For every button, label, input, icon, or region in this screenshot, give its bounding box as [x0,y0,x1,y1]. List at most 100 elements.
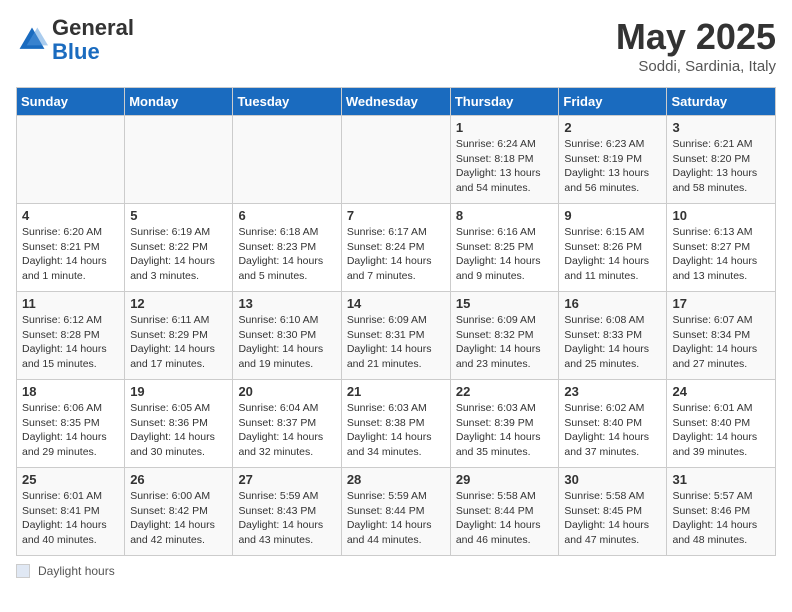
day-number: 11 [22,296,119,311]
title-block: May 2025 Soddi, Sardinia, Italy [616,16,776,75]
calendar-cell: 28 Sunrise: 5:59 AM Sunset: 8:44 PM Dayli… [341,468,450,556]
dow-header: Friday [559,88,667,116]
day-number: 18 [22,384,119,399]
day-info: Sunrise: 6:07 AM Sunset: 8:34 PM Dayligh… [672,313,770,372]
calendar-cell: 30 Sunrise: 5:58 AM Sunset: 8:45 PM Dayli… [559,468,667,556]
location: Soddi, Sardinia, Italy [616,58,776,75]
logo-text: General Blue [52,16,134,64]
day-info: Sunrise: 5:58 AM Sunset: 8:44 PM Dayligh… [456,489,554,548]
calendar-cell: 31 Sunrise: 5:57 AM Sunset: 8:46 PM Dayli… [667,468,776,556]
calendar-cell: 27Sunrise: 5:59 AM Sunset: 8:43 PM Dayli… [233,468,341,556]
day-number: 6 [238,208,335,223]
calendar-cell: 21 Sunrise: 6:03 AM Sunset: 8:38 PM Dayli… [341,380,450,468]
calendar-cell: 16 Sunrise: 6:08 AM Sunset: 8:33 PM Dayli… [559,292,667,380]
day-number: 17 [672,296,770,311]
month-title: May 2025 [616,16,776,58]
day-info: Sunrise: 6:17 AM Sunset: 8:24 PM Dayligh… [347,225,445,284]
day-number: 28 [347,472,445,487]
calendar-cell: 2 Sunrise: 6:23 AM Sunset: 8:19 PM Daylig… [559,116,667,204]
dow-header: Tuesday [233,88,341,116]
day-info: Sunrise: 5:59 AM Sunset: 8:43 PM Dayligh… [238,489,335,548]
day-info: Sunrise: 6:08 AM Sunset: 8:33 PM Dayligh… [564,313,661,372]
day-info: Sunrise: 5:58 AM Sunset: 8:45 PM Dayligh… [564,489,661,548]
daylight-box [16,564,30,578]
calendar-cell: 5 Sunrise: 6:19 AM Sunset: 8:22 PM Daylig… [125,204,233,292]
day-number: 16 [564,296,661,311]
day-info: Sunrise: 6:03 AM Sunset: 8:39 PM Dayligh… [456,401,554,460]
logo: General Blue [16,16,134,64]
calendar-cell: 9Sunrise: 6:15 AM Sunset: 8:26 PM Daylig… [559,204,667,292]
day-info: Sunrise: 6:11 AM Sunset: 8:29 PM Dayligh… [130,313,227,372]
day-info: Sunrise: 6:03 AM Sunset: 8:38 PM Dayligh… [347,401,445,460]
day-info: Sunrise: 6:00 AM Sunset: 8:42 PM Dayligh… [130,489,227,548]
day-info: Sunrise: 6:05 AM Sunset: 8:36 PM Dayligh… [130,401,227,460]
calendar-cell: 4Sunrise: 6:20 AM Sunset: 8:21 PM Daylig… [17,204,125,292]
day-info: Sunrise: 6:15 AM Sunset: 8:26 PM Dayligh… [564,225,661,284]
calendar-week-row: 4Sunrise: 6:20 AM Sunset: 8:21 PM Daylig… [17,204,776,292]
calendar-cell: 26 Sunrise: 6:00 AM Sunset: 8:42 PM Dayli… [125,468,233,556]
calendar-cell [233,116,341,204]
day-info: Sunrise: 6:24 AM Sunset: 8:18 PM Dayligh… [456,137,554,196]
logo-icon [16,24,48,56]
calendar-cell: 15Sunrise: 6:09 AM Sunset: 8:32 PM Dayli… [450,292,559,380]
day-number: 25 [22,472,119,487]
day-number: 2 [564,120,661,135]
calendar-cell: 13 Sunrise: 6:10 AM Sunset: 8:30 PM Dayli… [233,292,341,380]
day-info: Sunrise: 6:23 AM Sunset: 8:19 PM Dayligh… [564,137,661,196]
calendar-cell: 17 Sunrise: 6:07 AM Sunset: 8:34 PM Dayli… [667,292,776,380]
day-info: Sunrise: 6:01 AM Sunset: 8:41 PM Dayligh… [22,489,119,548]
day-info: Sunrise: 6:01 AM Sunset: 8:40 PM Dayligh… [672,401,770,460]
calendar-cell: 3Sunrise: 6:21 AM Sunset: 8:20 PM Daylig… [667,116,776,204]
day-number: 24 [672,384,770,399]
day-number: 13 [238,296,335,311]
day-number: 30 [564,472,661,487]
calendar-cell [125,116,233,204]
calendar-cell: 12 Sunrise: 6:11 AM Sunset: 8:29 PM Dayli… [125,292,233,380]
day-number: 10 [672,208,770,223]
calendar-cell: 18 Sunrise: 6:06 AM Sunset: 8:35 PM Dayli… [17,380,125,468]
day-number: 7 [347,208,445,223]
day-number: 31 [672,472,770,487]
dow-header: Wednesday [341,88,450,116]
calendar-cell: 10Sunrise: 6:13 AM Sunset: 8:27 PM Dayli… [667,204,776,292]
calendar-cell: 19Sunrise: 6:05 AM Sunset: 8:36 PM Dayli… [125,380,233,468]
footer: Daylight hours [16,564,776,578]
day-number: 5 [130,208,227,223]
day-number: 20 [238,384,335,399]
day-number: 14 [347,296,445,311]
calendar-week-row: 25 Sunrise: 6:01 AM Sunset: 8:41 PM Dayli… [17,468,776,556]
day-info: Sunrise: 6:06 AM Sunset: 8:35 PM Dayligh… [22,401,119,460]
calendar-cell: 6 Sunrise: 6:18 AM Sunset: 8:23 PM Daylig… [233,204,341,292]
day-info: Sunrise: 6:09 AM Sunset: 8:31 PM Dayligh… [347,313,445,372]
dow-header: Thursday [450,88,559,116]
day-number: 29 [456,472,554,487]
calendar-cell: 8Sunrise: 6:16 AM Sunset: 8:25 PM Daylig… [450,204,559,292]
calendar-cell: 23 Sunrise: 6:02 AM Sunset: 8:40 PM Dayli… [559,380,667,468]
calendar-cell: 11Sunrise: 6:12 AM Sunset: 8:28 PM Dayli… [17,292,125,380]
day-number: 21 [347,384,445,399]
dow-header: Monday [125,88,233,116]
calendar-week-row: 18 Sunrise: 6:06 AM Sunset: 8:35 PM Dayli… [17,380,776,468]
day-number: 3 [672,120,770,135]
day-info: Sunrise: 5:59 AM Sunset: 8:44 PM Dayligh… [347,489,445,548]
day-number: 26 [130,472,227,487]
calendar-cell [341,116,450,204]
day-number: 12 [130,296,227,311]
day-info: Sunrise: 6:19 AM Sunset: 8:22 PM Dayligh… [130,225,227,284]
calendar-cell: 22Sunrise: 6:03 AM Sunset: 8:39 PM Dayli… [450,380,559,468]
day-info: Sunrise: 5:57 AM Sunset: 8:46 PM Dayligh… [672,489,770,548]
calendar-body: 1 Sunrise: 6:24 AM Sunset: 8:18 PM Daylig… [17,116,776,556]
calendar-table: SundayMondayTuesdayWednesdayThursdayFrid… [16,87,776,556]
calendar-week-row: 11Sunrise: 6:12 AM Sunset: 8:28 PM Dayli… [17,292,776,380]
page-header: General Blue May 2025 Soddi, Sardinia, I… [16,16,776,75]
dow-header: Sunday [17,88,125,116]
calendar-cell [17,116,125,204]
day-info: Sunrise: 6:10 AM Sunset: 8:30 PM Dayligh… [238,313,335,372]
day-number: 1 [456,120,554,135]
day-number: 23 [564,384,661,399]
calendar-week-row: 1 Sunrise: 6:24 AM Sunset: 8:18 PM Daylig… [17,116,776,204]
day-info: Sunrise: 6:18 AM Sunset: 8:23 PM Dayligh… [238,225,335,284]
daylight-label: Daylight hours [38,564,115,578]
dow-header: Saturday [667,88,776,116]
day-info: Sunrise: 6:02 AM Sunset: 8:40 PM Dayligh… [564,401,661,460]
